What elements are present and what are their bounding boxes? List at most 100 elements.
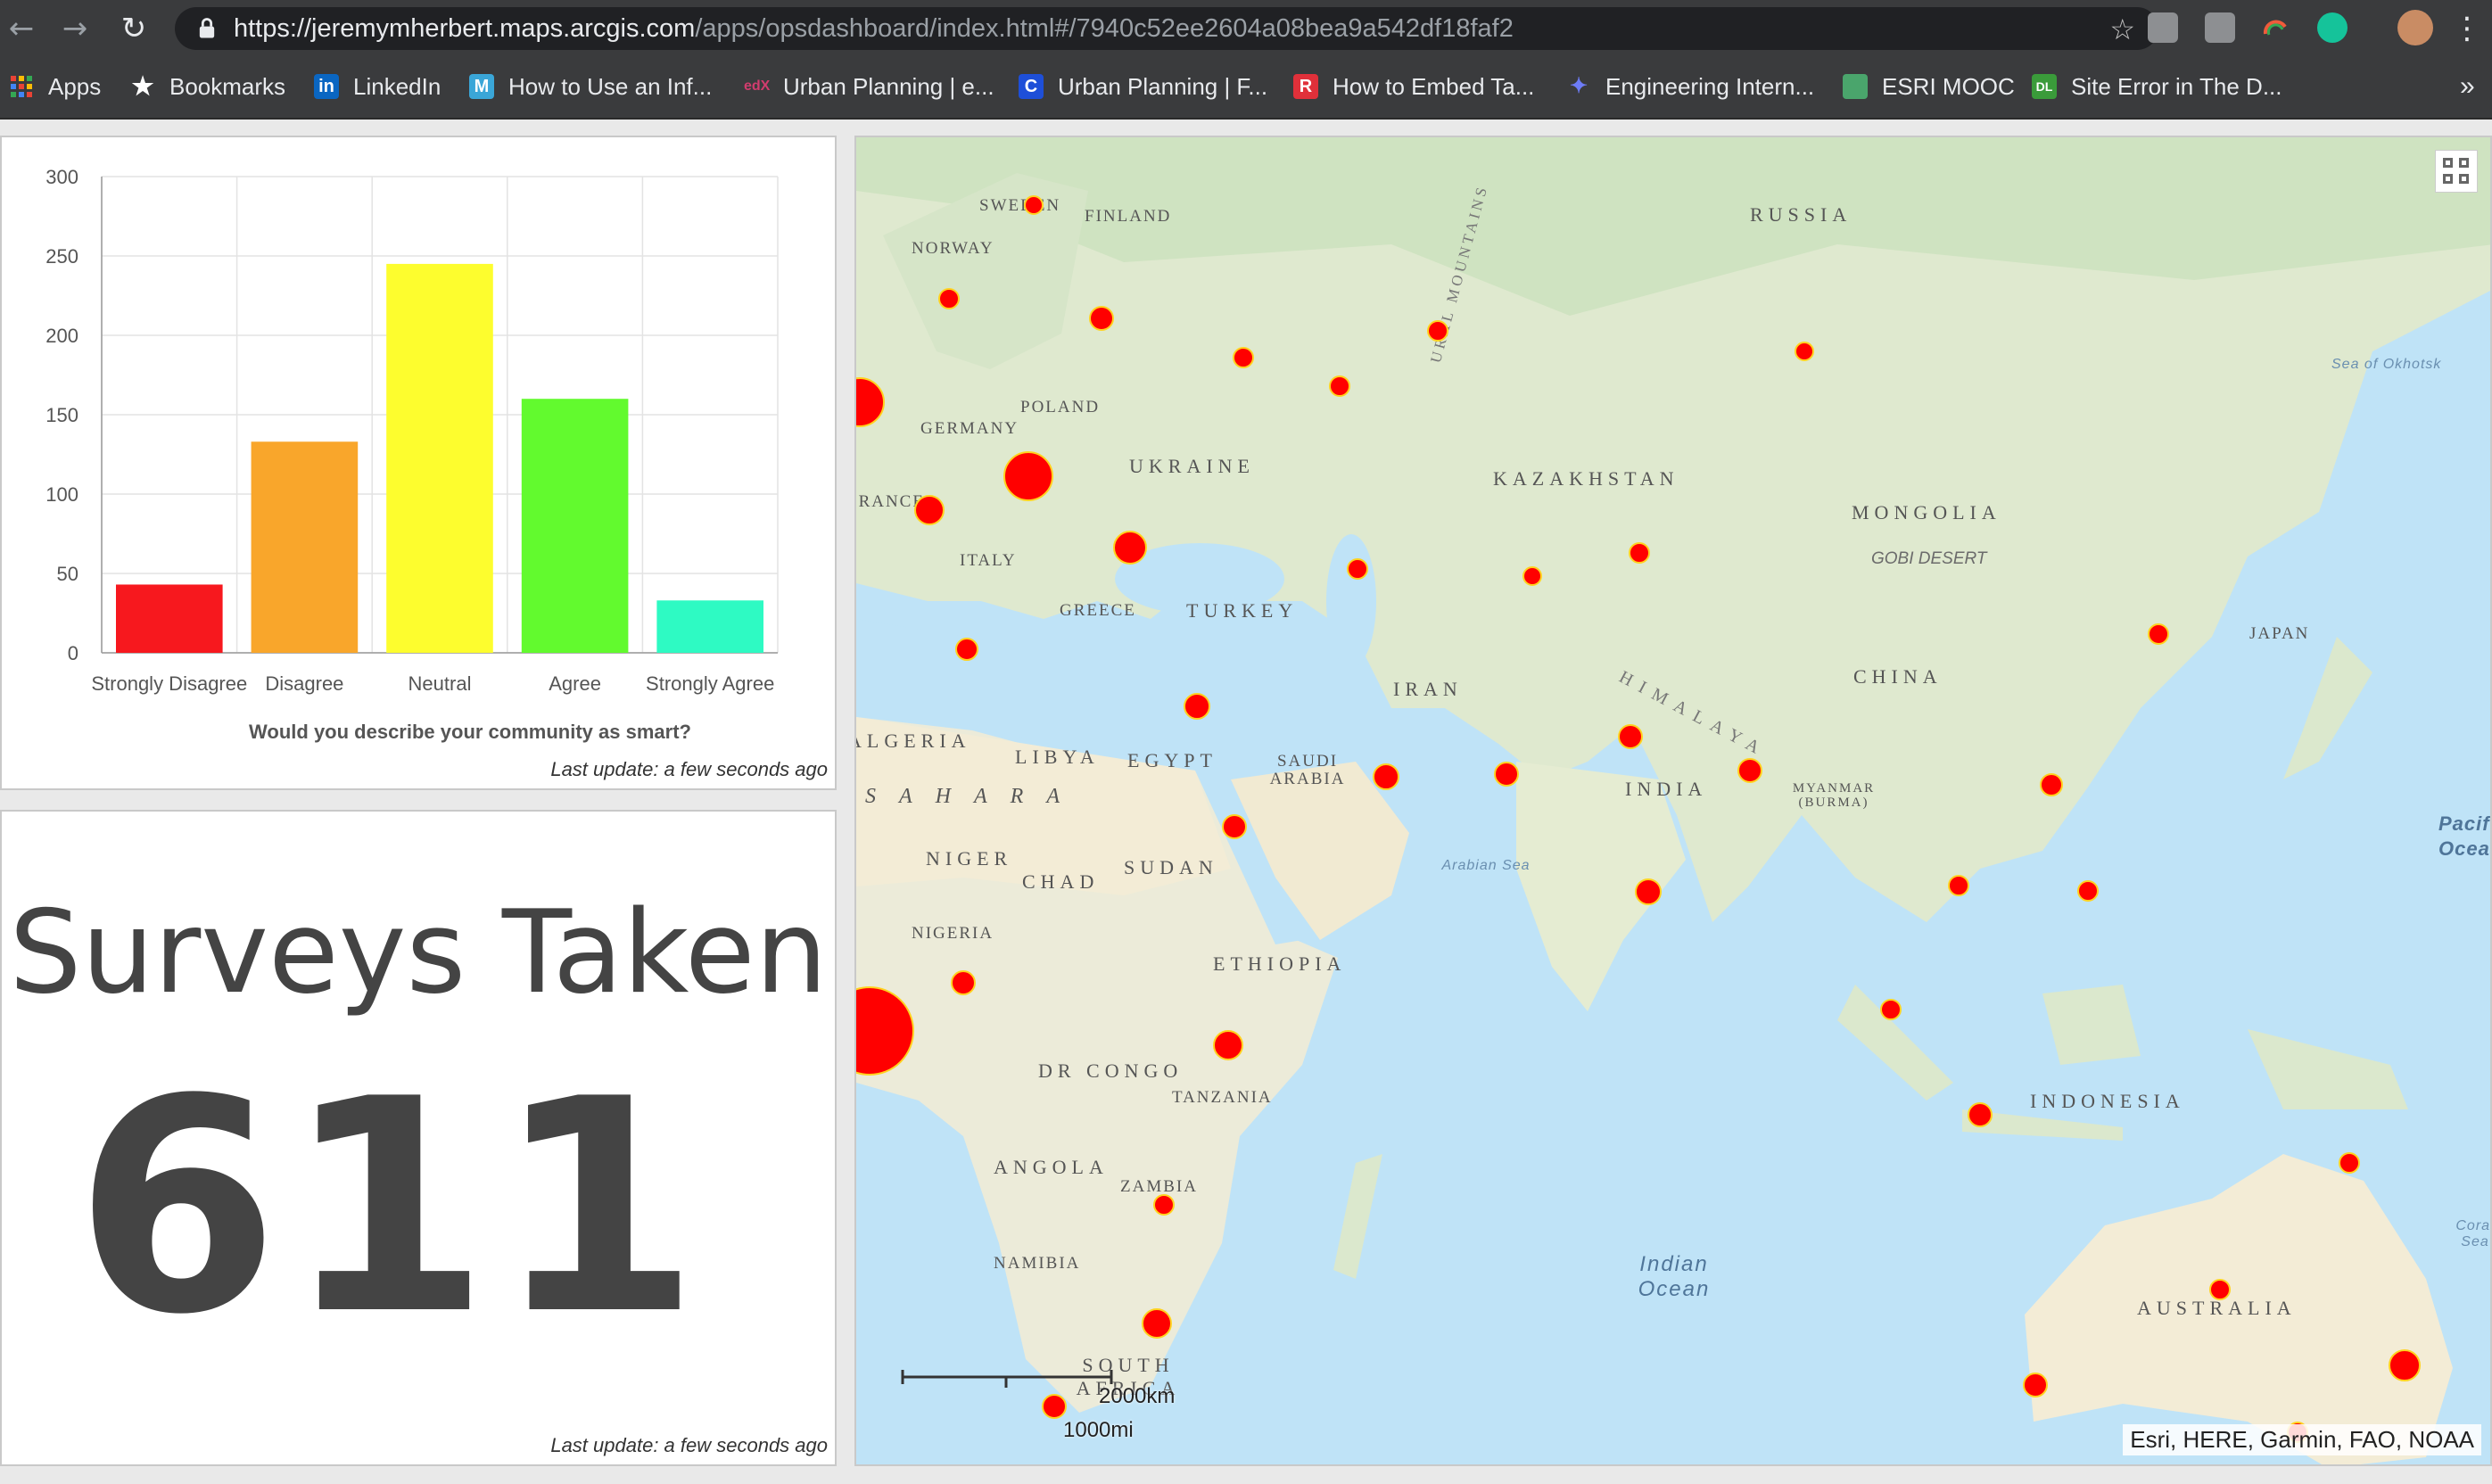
map-label-okhotsk: Sea of Okhotsk [2331,357,2442,372]
map-label-sahara: SAHARA [865,785,1083,808]
url-text[interactable]: https://jeremymherbert.maps.arcgis.com/a… [234,14,1514,44]
basemap-gallery-button[interactable] [2435,150,2478,193]
map-label-italy: ITALY [960,551,1017,570]
survey-point[interactable] [1948,875,1969,896]
survey-point[interactable] [1142,1308,1172,1339]
bookmark-esri-mooc[interactable]: ESRI MOOC [1843,70,2015,103]
reload-button[interactable]: ↻ [114,9,153,48]
bookmark-coursera[interactable]: C Urban Planning | F... [1019,70,1267,103]
bookmark-edx[interactable]: edX Urban Planning | e... [744,70,994,103]
y-tick-label: 200 [45,325,78,347]
bookmark-star-icon[interactable]: ☆ [2109,12,2135,46]
survey-point[interactable] [938,288,960,309]
survey-point[interactable] [1024,195,1044,215]
map-label-norway: NORWAY [912,239,994,258]
indicator-value: 611 [74,1036,706,1379]
x-tick-label: Agree [549,672,601,695]
survey-point[interactable] [1089,306,1114,331]
survey-point[interactable] [1113,531,1147,565]
x-tick-label: Strongly Agree [646,672,774,695]
survey-point[interactable] [951,970,976,995]
bar-strongly-disagree[interactable] [116,584,223,653]
survey-point[interactable] [1184,693,1210,720]
survey-point[interactable] [1003,451,1053,501]
url-path: /apps/opsdashboard/index.html#/7940c52ee… [695,14,1514,43]
survey-point[interactable] [1347,558,1368,580]
survey-point[interactable] [1737,758,1762,783]
map-label-germany: GERMANY [920,419,1019,438]
bar-disagree[interactable] [251,441,359,653]
bookmark-embed[interactable]: R How to Embed Ta... [1293,70,1534,103]
dl-icon: DL [2032,74,2057,99]
bookmark-engineering[interactable]: ✦ Engineering Intern... [1566,70,1814,103]
survey-point[interactable] [1522,566,1542,586]
survey-point[interactable] [2339,1152,2360,1174]
y-tick-label: 300 [45,166,78,188]
survey-point[interactable] [1373,763,1399,790]
survey-point[interactable] [2209,1279,2231,1300]
map-label-japan: JAPAN [2249,624,2310,643]
bar-neutral[interactable] [386,263,493,653]
survey-point[interactable] [1153,1194,1175,1216]
survey-point[interactable] [2040,773,2063,796]
extension-icon[interactable] [2205,12,2235,43]
m-icon: M [469,74,494,99]
survey-point[interactable] [1635,878,1662,905]
extension-icon[interactable] [2260,12,2290,43]
bookmark-apps[interactable]: Apps [9,70,101,103]
bar-chart: 0 50 100 150 200 250 300 Strongly Disagree Disag… [45,166,779,743]
survey-point[interactable] [1795,342,1814,361]
bookmarks-bar: Apps ★ Bookmarks in LinkedIn M How to Us… [0,57,2492,120]
back-button[interactable]: ← [2,9,41,48]
last-update-label: Last update: a few seconds ago [550,758,828,780]
bookmark-linkedin[interactable]: in LinkedIn [314,70,441,103]
survey-point[interactable] [1618,724,1643,749]
bar-agree[interactable] [521,399,629,653]
survey-point[interactable] [955,638,978,661]
avatar[interactable] [2397,10,2433,45]
bookmark-infographic[interactable]: M How to Use an Inf... [469,70,712,103]
map-label-kazakhstan: KAZAKHSTAN [1493,467,1679,490]
grammarly-icon[interactable] [2317,12,2348,43]
survey-point[interactable] [1222,814,1247,839]
bar-strongly-agree[interactable] [656,600,763,653]
forward-button[interactable]: → [55,9,95,48]
survey-point[interactable] [914,495,945,525]
map-label-pacific: Pacific Ocean [2438,812,2490,860]
map-label-australia: AUSTRALIA [2137,1297,2297,1319]
survey-point[interactable] [1427,320,1448,342]
survey-point[interactable] [2077,880,2099,902]
survey-point[interactable] [2389,1349,2421,1381]
bookmarks-overflow-button[interactable]: » [2460,70,2475,103]
survey-point[interactable] [1968,1102,1993,1127]
y-tick-label: 250 [45,245,78,268]
survey-point[interactable] [1213,1030,1243,1060]
bookmark-site-error[interactable]: DL Site Error in The D... [2032,70,2282,103]
map-label-poland: POLAND [1020,398,1101,416]
map-label-iran: IRAN [1393,678,1463,700]
spark-icon: ✦ [1569,74,1588,98]
bookmark-bookmarks[interactable]: ★ Bookmarks [130,70,285,103]
survey-point[interactable] [1629,542,1650,564]
lock-icon [199,18,215,38]
map-label-egypt: EGYPT [1127,749,1217,771]
survey-point[interactable] [2148,623,2169,645]
address-bar[interactable]: https://jeremymherbert.maps.arcgis.com/a… [175,7,2158,50]
scale-mi-label: 1000mi [1063,1418,1134,1442]
survey-point[interactable] [1494,762,1519,787]
map-label-coral-sea: Coral Sea [2455,1218,2492,1249]
map-label-mongolia: MONGOLIA [1852,501,2001,524]
map-label-drc: DR CONGO [1038,1059,1184,1082]
map-label-sudan: SUDAN [1124,856,1218,878]
map-label-nigeria: NIGERIA [912,924,994,943]
menu-kebab-icon[interactable]: ⋮ [2447,9,2487,48]
map-label-saudi: SAUDI ARABIA [1269,752,1346,788]
survey-point[interactable] [1329,375,1350,397]
survey-point[interactable] [2023,1373,2048,1397]
extension-icon[interactable] [2148,12,2178,43]
survey-point[interactable] [1880,999,1902,1020]
indicator-panel: Surveys Taken 611 Last update: a few sec… [0,810,837,1466]
survey-point[interactable] [1233,347,1254,368]
map-panel[interactable]: SWEDEN FINLAND NORWAY RUSSIA URAL MOUNTA… [854,136,2492,1466]
map-label-indonesia: INDONESIA [2030,1090,2185,1112]
